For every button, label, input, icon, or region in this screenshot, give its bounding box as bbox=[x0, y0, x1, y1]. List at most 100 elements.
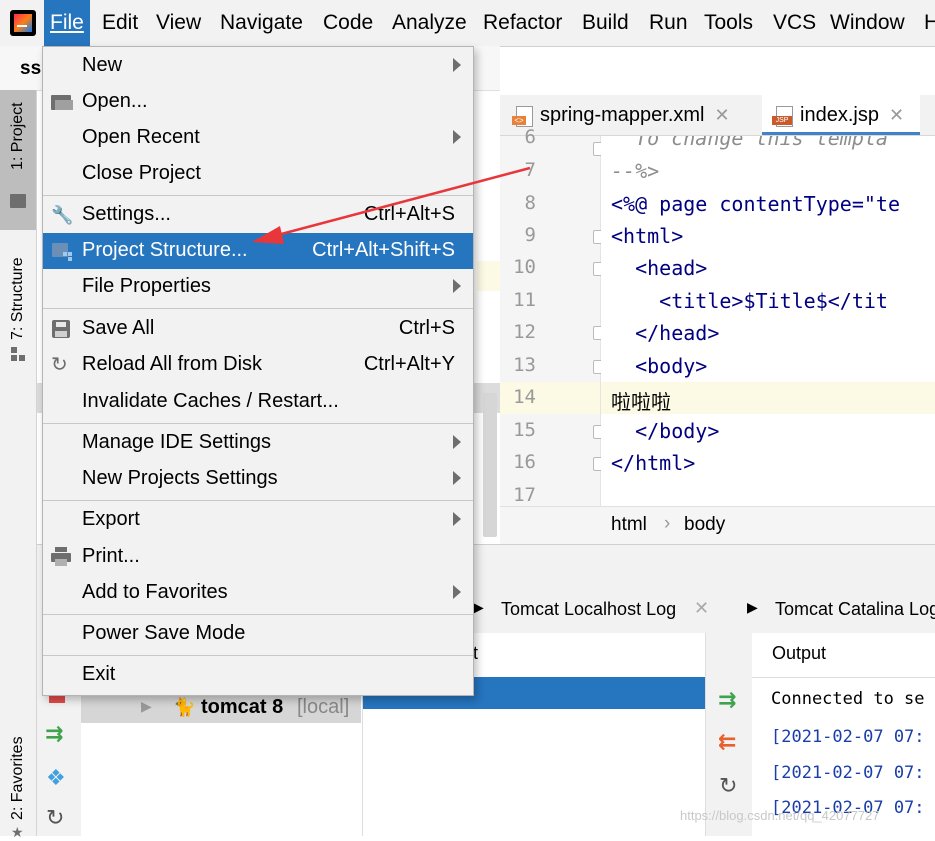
menu-file[interactable]: File bbox=[44, 0, 90, 46]
refresh-icon[interactable]: ↻ bbox=[46, 805, 64, 831]
menu-separator bbox=[43, 655, 473, 656]
structure-icon bbox=[11, 347, 25, 361]
submenu-arrow-icon bbox=[453, 471, 461, 485]
refresh-icon[interactable]: ↻ bbox=[719, 773, 737, 799]
folder-open-icon bbox=[51, 92, 73, 112]
menu-build[interactable]: Build bbox=[576, 0, 635, 46]
server-name[interactable]: tomcat 8 bbox=[201, 696, 283, 719]
menu-separator bbox=[43, 308, 473, 309]
menu-item-settings[interactable]: 🔧 Settings... Ctrl+Alt+S bbox=[43, 197, 473, 233]
breadcrumb: html › body bbox=[500, 506, 935, 545]
line-number: 13 bbox=[513, 354, 536, 376]
line-number: 8 bbox=[524, 192, 536, 214]
menu-item-new-projects-settings[interactable]: New Projects Settings bbox=[43, 461, 473, 497]
folder-icon bbox=[10, 194, 26, 208]
deploy-icon[interactable]: ⇉ bbox=[718, 687, 736, 713]
menu-code[interactable]: Code bbox=[317, 0, 379, 46]
menu-item-print[interactable]: Print... bbox=[43, 539, 473, 575]
group-icon[interactable]: ❖ bbox=[46, 765, 66, 791]
menu-item-open-recent[interactable]: Open Recent bbox=[43, 120, 473, 156]
menu-refactor[interactable]: Refactor bbox=[477, 0, 568, 46]
tab-structure[interactable]: 7: Structure bbox=[0, 235, 36, 365]
close-icon[interactable]: ✕ bbox=[715, 105, 730, 125]
tab-tomcat-localhost-log[interactable]: Tomcat Localhost Log bbox=[501, 599, 676, 620]
menu-item-invalidate-caches[interactable]: Invalidate Caches / Restart... bbox=[43, 384, 473, 420]
tab-structure-label: 7: Structure bbox=[9, 257, 26, 340]
menu-item-open[interactable]: Open... bbox=[43, 84, 473, 120]
wrench-icon: 🔧 bbox=[51, 205, 74, 225]
menu-item-manage-ide-settings[interactable]: Manage IDE Settings bbox=[43, 425, 473, 461]
menu-edit[interactable]: Edit bbox=[96, 0, 144, 46]
print-icon bbox=[51, 547, 73, 567]
tab-index-jsp[interactable]: JSP index.jsp ✕ bbox=[762, 95, 920, 135]
menu-analyze[interactable]: Analyze bbox=[386, 0, 473, 46]
tab-spring-mapper[interactable]: <> spring-mapper.xml ✕ bbox=[512, 95, 760, 135]
line-number: 10 bbox=[513, 256, 536, 278]
menu-item-reload-all[interactable]: ↻ Reload All from Disk Ctrl+Alt+Y bbox=[43, 347, 473, 383]
breadcrumb-html[interactable]: html bbox=[611, 514, 647, 536]
submenu-arrow-icon bbox=[453, 58, 461, 72]
project-panel-title: ss bbox=[20, 58, 42, 79]
menu-window[interactable]: Window bbox=[824, 0, 911, 46]
tab-favorites-label: 2: Favorites bbox=[9, 736, 26, 820]
line-number: 11 bbox=[513, 289, 536, 311]
line-number: 12 bbox=[513, 321, 536, 343]
menu-item-close-project[interactable]: Close Project bbox=[43, 156, 473, 192]
code-line: 啦啦啦 bbox=[611, 390, 671, 414]
tab-tomcat-catalina-log[interactable]: Tomcat Catalina Log bbox=[775, 599, 935, 620]
save-icon bbox=[51, 319, 73, 339]
line-number: 9 bbox=[524, 224, 536, 246]
output-header: Output bbox=[772, 643, 827, 663]
jsp-file-icon: JSP bbox=[772, 105, 794, 127]
line-number: 15 bbox=[513, 419, 536, 441]
menu-tools[interactable]: Tools bbox=[698, 0, 759, 46]
menu-run[interactable]: Run bbox=[643, 0, 694, 46]
tab-project[interactable]: 1: Project bbox=[0, 90, 36, 230]
tab-project-label: 1: Project bbox=[9, 102, 26, 170]
menu-item-save-all[interactable]: Save All Ctrl+S bbox=[43, 311, 473, 347]
line-number: 6 bbox=[524, 126, 536, 148]
menu-view[interactable]: View bbox=[150, 0, 207, 46]
code-line: </html> bbox=[611, 451, 696, 475]
close-icon[interactable]: ✕ bbox=[889, 105, 904, 125]
menu-item-file-properties[interactable]: File Properties bbox=[43, 269, 473, 305]
submenu-arrow-icon bbox=[453, 512, 461, 526]
main-menubar: File Edit View Navigate Code Analyze Ref… bbox=[0, 0, 935, 47]
code-line: --%> bbox=[611, 159, 660, 183]
breadcrumb-body[interactable]: body bbox=[684, 514, 725, 536]
menu-shortcut: Ctrl+Alt+Shift+S bbox=[312, 239, 455, 261]
menu-item-add-to-favorites[interactable]: Add to Favorites bbox=[43, 575, 473, 611]
tab-index-jsp-label: index.jsp bbox=[800, 104, 879, 126]
scrollbar-thumb[interactable] bbox=[483, 393, 497, 537]
highlight-stripe bbox=[477, 261, 500, 291]
menu-separator bbox=[43, 423, 473, 424]
menu-help[interactable]: H bbox=[918, 0, 935, 46]
menu-navigate[interactable]: Navigate bbox=[214, 0, 309, 46]
output-panel: Output Connected to se [2021-02-07 07: [… bbox=[752, 633, 935, 836]
line-number: 17 bbox=[513, 484, 536, 506]
submenu-arrow-icon bbox=[453, 585, 461, 599]
menu-shortcut: Ctrl+Alt+Y bbox=[363, 353, 455, 375]
menu-item-new[interactable]: New bbox=[43, 48, 473, 84]
line-number: 7 bbox=[524, 159, 536, 181]
menu-separator bbox=[43, 195, 473, 196]
code-editor[interactable]: To change this templa --%> <%@ page cont… bbox=[601, 136, 935, 506]
log-tab-icon: ▶ bbox=[747, 599, 758, 615]
expand-arrow-icon[interactable]: ▶ bbox=[141, 698, 152, 715]
undeploy-icon[interactable]: ⇇ bbox=[718, 729, 736, 755]
star-icon: ★ bbox=[11, 824, 24, 840]
tab-favorites[interactable]: 2: Favorites ★ bbox=[0, 720, 36, 840]
menu-item-power-save-mode[interactable]: Power Save Mode bbox=[43, 616, 473, 652]
submenu-arrow-icon bbox=[453, 279, 461, 293]
menu-shortcut: Ctrl+S bbox=[398, 317, 455, 339]
menu-vcs[interactable]: VCS bbox=[767, 0, 822, 46]
tomcat-icon: 🐈 bbox=[173, 697, 196, 717]
close-icon[interactable]: ✕ bbox=[694, 598, 709, 619]
menu-item-project-structure[interactable]: Project Structure... Ctrl+Alt+Shift+S bbox=[43, 233, 473, 269]
output-line: [2021-02-07 07: bbox=[771, 763, 925, 783]
menu-item-export[interactable]: Export bbox=[43, 502, 473, 538]
menu-item-exit[interactable]: Exit bbox=[43, 657, 473, 693]
editor-tabbar: <> spring-mapper.xml ✕ JSP index.jsp ✕ bbox=[500, 95, 935, 136]
deploy-icon[interactable]: ⇉ bbox=[45, 721, 63, 747]
project-structure-icon bbox=[51, 241, 73, 261]
